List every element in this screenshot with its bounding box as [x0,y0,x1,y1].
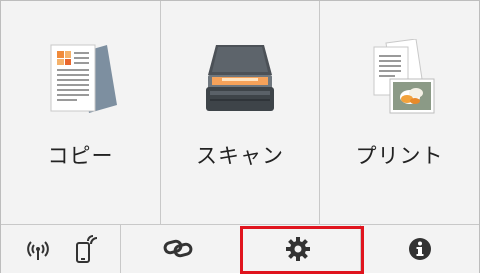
settings-button[interactable] [240,225,360,273]
bottom-toolbar [1,224,479,273]
link-icon [163,239,193,258]
copy-document-icon [1,39,160,125]
gear-icon [286,237,310,261]
network-status-button[interactable] [1,225,121,273]
printer-panel: コピー スキャン プリント [0,0,480,273]
scan-label: スキャン [196,144,284,168]
copy-button[interactable]: コピー [1,1,161,224]
print-photo-icon [320,39,479,125]
copy-label: コピー [47,144,114,168]
scanner-icon [161,39,319,125]
info-button[interactable] [360,225,479,273]
home-menu: コピー スキャン プリント [1,1,479,224]
print-button[interactable]: プリント [320,1,479,224]
print-label: プリント [355,144,444,168]
link-button[interactable] [121,225,240,273]
scan-button[interactable]: スキャン [161,1,320,224]
info-icon [409,238,431,260]
wireless-direct-icon [27,241,49,260]
mobile-connect-icon [76,235,98,263]
